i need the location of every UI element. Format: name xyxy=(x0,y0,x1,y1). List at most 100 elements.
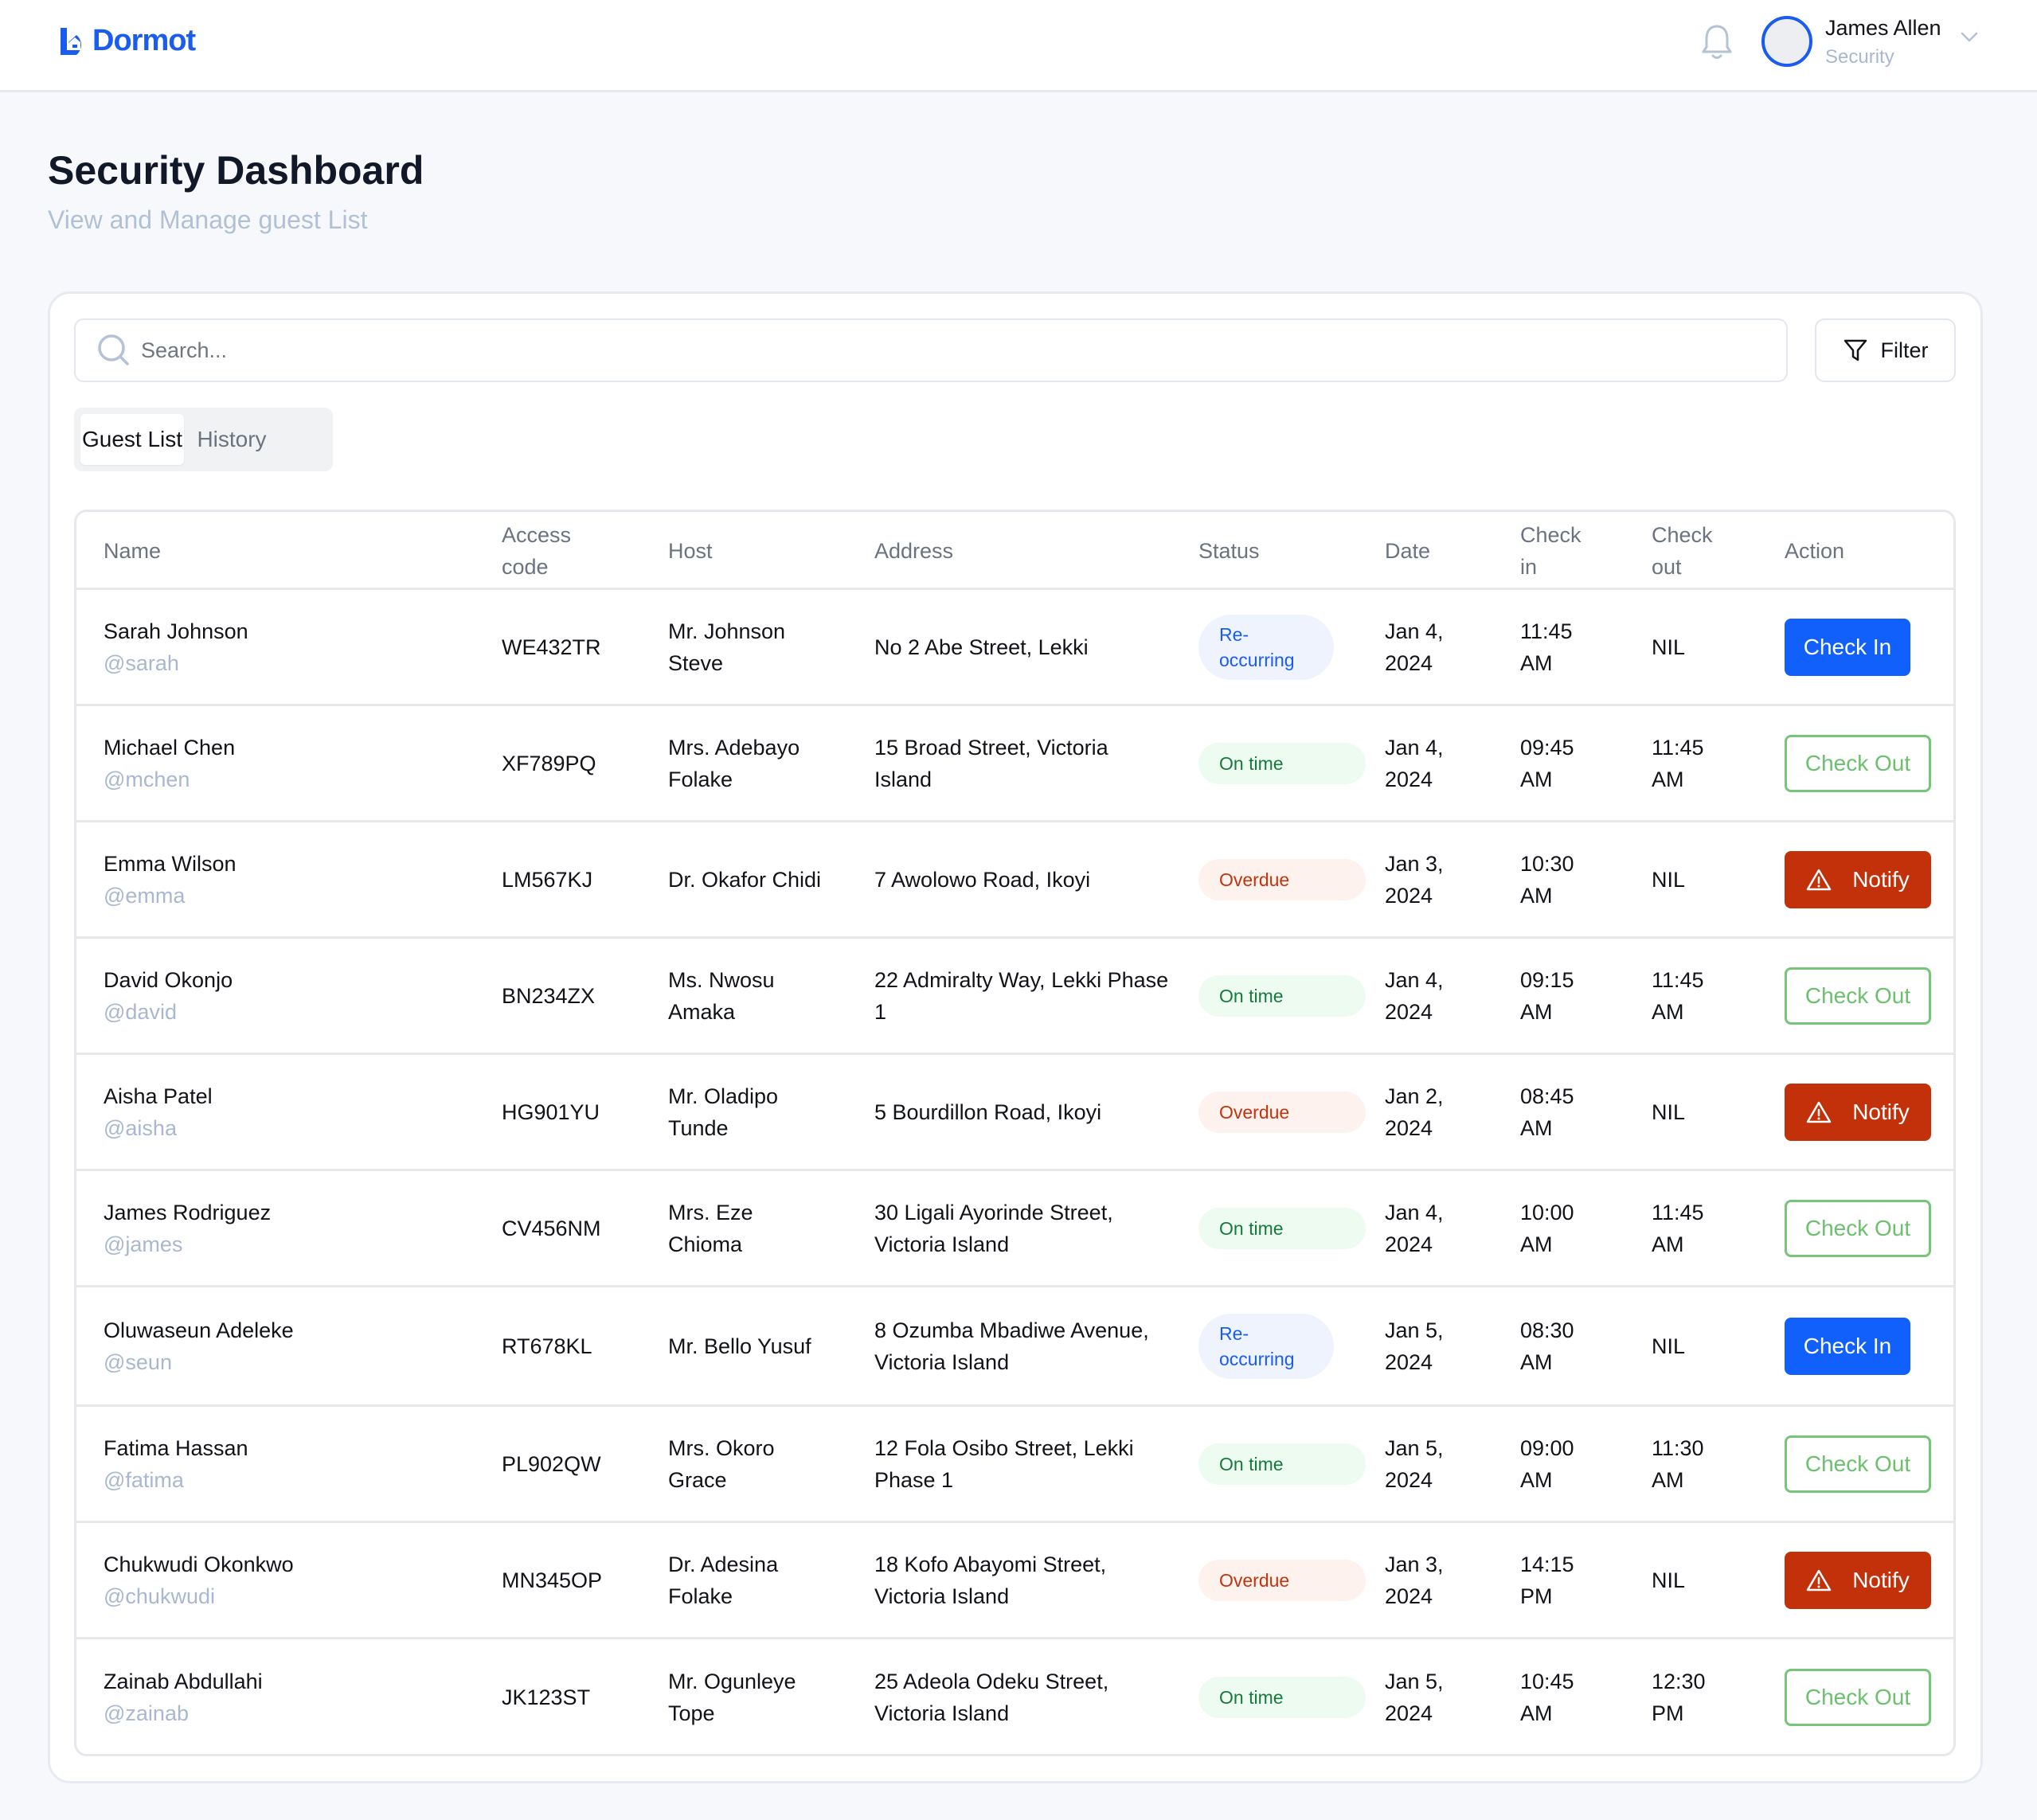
table-header: Name Access code Host Address Status Dat… xyxy=(76,512,1953,590)
top-navbar: Dormot James Allen Security xyxy=(0,0,2037,92)
filter-label: Filter xyxy=(1880,338,1929,362)
status-badge: On time xyxy=(1198,1677,1366,1718)
address: 5 Bourdillon Road, Ikoyi xyxy=(874,1099,1102,1124)
host-name: Dr. Adesina Folake xyxy=(668,1552,779,1608)
check-out-button[interactable]: Check Out xyxy=(1785,734,1931,792)
action-cell: Notify xyxy=(1785,1523,1944,1637)
column-header-date: Date xyxy=(1385,539,1431,563)
bell-icon[interactable] xyxy=(1699,22,1734,62)
guest-handle: @aisha xyxy=(104,1115,177,1140)
tab-history[interactable]: History xyxy=(184,414,280,465)
status-badge: On time xyxy=(1198,742,1366,784)
host-name: Mr. Bello Yusuf xyxy=(668,1334,811,1358)
check-in-time: 09:45 AM xyxy=(1520,735,1574,791)
guest-handle: @sarah xyxy=(104,650,179,675)
access-code: JK123ST xyxy=(502,1685,591,1709)
tab-guest-list[interactable]: Guest List xyxy=(80,414,184,465)
brand-name: Dormot xyxy=(92,24,196,57)
check-out-button[interactable]: Check Out xyxy=(1785,1669,1931,1726)
search-input[interactable] xyxy=(141,338,1786,363)
address: 18 Kofo Abayomi Street, Victoria Island xyxy=(874,1552,1107,1608)
table-row: Zainab Abdullahi @zainab JK123ST Mr. Ogu… xyxy=(76,1639,1953,1754)
avatar[interactable] xyxy=(1761,16,1812,67)
check-out-time: 11:30 AM xyxy=(1652,1435,1704,1492)
chevron-down-icon[interactable] xyxy=(1961,32,1978,43)
status-cell: Overdue xyxy=(1198,1523,1366,1637)
check-out-button[interactable]: Check Out xyxy=(1785,1199,1931,1257)
access-code: PL902QW xyxy=(502,1451,601,1476)
user-role: Security xyxy=(1825,46,1894,68)
check-out-time: 11:45 AM xyxy=(1652,1200,1704,1256)
notify-button[interactable]: Notify xyxy=(1785,850,1931,908)
warning-icon xyxy=(1806,1101,1832,1123)
status-cell: Overdue xyxy=(1198,822,1366,936)
status-badge: Re-occurring xyxy=(1198,1313,1334,1379)
column-header-status: Status xyxy=(1198,539,1260,563)
visit-date: Jan 2, 2024 xyxy=(1385,1084,1444,1140)
status-cell: On time xyxy=(1198,939,1366,1053)
access-code: XF789PQ xyxy=(502,751,596,775)
status-badge: Overdue xyxy=(1198,1559,1366,1601)
action-cell: Check Out xyxy=(1785,1407,1944,1521)
column-header-name: Name xyxy=(104,539,162,563)
filter-button[interactable]: Filter xyxy=(1815,318,1956,382)
access-code: CV456NM xyxy=(502,1216,601,1240)
address: 22 Admiralty Way, Lekki Phase 1 xyxy=(874,967,1169,1024)
guest-name: Michael Chen xyxy=(104,735,236,760)
page-subtitle: View and Manage guest List xyxy=(48,205,368,234)
address: 8 Ozumba Mbadiwe Avenue, Victoria Island xyxy=(874,1318,1149,1374)
check-out-button[interactable]: Check Out xyxy=(1785,1435,1931,1493)
action-cell: Check Out xyxy=(1785,1639,1944,1754)
check-in-time: 08:45 AM xyxy=(1520,1084,1574,1140)
status-badge: On time xyxy=(1198,1443,1366,1485)
guest-handle: @fatima xyxy=(104,1467,184,1492)
guest-cell: Emma Wilson @emma xyxy=(104,822,470,936)
guest-name: Chukwudi Okonkwo xyxy=(104,1552,294,1576)
guest-cell: Zainab Abdullahi @zainab xyxy=(104,1639,470,1754)
column-header-check-out: Check out xyxy=(1652,523,1713,579)
guest-name: Zainab Abdullahi xyxy=(104,1670,263,1693)
host-name: Mr. Johnson Steve xyxy=(668,619,786,675)
visit-date: Jan 3, 2024 xyxy=(1385,851,1444,908)
check-out-button[interactable]: Check Out xyxy=(1785,967,1931,1025)
check-out-time: 12:30 PM xyxy=(1652,1670,1706,1725)
status-cell: On time xyxy=(1198,1407,1366,1521)
search-bar[interactable] xyxy=(74,318,1788,382)
check-out-time: 11:45 AM xyxy=(1652,735,1704,791)
access-code: HG901YU xyxy=(502,1099,600,1124)
notify-button[interactable]: Notify xyxy=(1785,1083,1931,1141)
action-cell: Notify xyxy=(1785,1055,1944,1169)
check-in-button[interactable]: Check In xyxy=(1785,1317,1910,1375)
guest-cell: Aisha Patel @aisha xyxy=(104,1055,470,1169)
access-code: BN234ZX xyxy=(502,983,596,1008)
action-cell: Check Out xyxy=(1785,939,1944,1053)
visit-date: Jan 5, 2024 xyxy=(1385,1435,1444,1492)
logo[interactable]: Dormot xyxy=(59,24,196,58)
table-row: Fatima Hassan @fatima PL902QW Mrs. Okoro… xyxy=(76,1407,1953,1523)
host-name: Dr. Okafor Chidi xyxy=(668,867,822,892)
address: 15 Broad Street, Victoria Island xyxy=(874,735,1108,791)
check-in-time: 10:30 AM xyxy=(1520,851,1574,908)
warning-icon xyxy=(1806,1569,1832,1591)
access-code: RT678KL xyxy=(502,1334,592,1358)
search-icon xyxy=(98,334,129,365)
notify-label: Notify xyxy=(1852,866,1910,892)
check-in-time: 11:45 AM xyxy=(1520,619,1573,675)
visit-date: Jan 3, 2024 xyxy=(1385,1552,1444,1608)
status-cell: Re-occurring xyxy=(1198,590,1366,704)
column-header-action: Action xyxy=(1785,539,1845,563)
access-code: WE432TR xyxy=(502,635,601,659)
user-name[interactable]: James Allen xyxy=(1825,16,1941,41)
status-badge: On time xyxy=(1198,974,1366,1017)
check-in-time: 14:15 PM xyxy=(1520,1552,1574,1608)
address: 7 Awolowo Road, Ikoyi xyxy=(874,867,1091,892)
action-cell: Check In xyxy=(1785,590,1944,704)
guest-name: Oluwaseun Adeleke xyxy=(104,1318,294,1342)
notify-button[interactable]: Notify xyxy=(1785,1551,1931,1609)
status-cell: On time xyxy=(1198,1171,1366,1285)
column-header-address: Address xyxy=(874,539,954,563)
status-cell: On time xyxy=(1198,706,1366,820)
status-badge: Re-occurring xyxy=(1198,614,1334,680)
check-in-button[interactable]: Check In xyxy=(1785,618,1910,676)
table-row: Aisha Patel @aisha HG901YU Mr. Oladipo T… xyxy=(76,1055,1953,1171)
